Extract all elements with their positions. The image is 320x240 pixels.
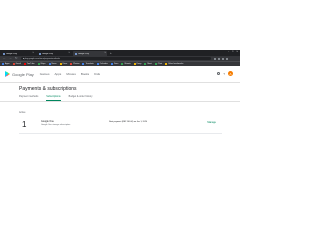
play-header: Google Play Games Apps Movies Books Kids… xyxy=(0,66,240,83)
close-tab-icon[interactable]: ✕ xyxy=(32,52,34,54)
bookmark-label: Meet xyxy=(147,63,152,65)
nav-games[interactable]: Games xyxy=(40,72,50,76)
address-bar[interactable]: play.google.com/store/paymentmethods xyxy=(20,57,211,60)
bookmark-item[interactable]: Other bookmarks xyxy=(165,63,183,65)
bookmark-item[interactable]: Maps xyxy=(37,63,46,65)
bookmark-favicon-icon xyxy=(12,63,15,65)
bookmark-item[interactable]: Meet xyxy=(144,63,152,65)
bookmark-favicon-icon xyxy=(154,63,157,65)
browser-chrome: Google Play ✕ Google Play ✕ Google Play … xyxy=(0,50,240,66)
bookmark-item[interactable]: YouTube xyxy=(23,63,35,65)
bookmark-favicon-icon xyxy=(144,63,147,65)
bookmark-label: Keep xyxy=(136,63,142,65)
bookmark-item[interactable]: Translate xyxy=(82,63,94,65)
row-divider xyxy=(19,133,222,134)
bookmark-item[interactable]: Calendar xyxy=(96,63,108,65)
header-actions: ? A xyxy=(217,71,233,76)
lock-icon xyxy=(22,58,24,59)
nav-movies[interactable]: Movies xyxy=(66,72,76,76)
google-play-logo-icon[interactable] xyxy=(5,71,10,77)
bookmark-item[interactable]: News xyxy=(48,63,57,65)
maximize-icon[interactable]: □ xyxy=(232,51,233,53)
bookmark-item[interactable]: Drive xyxy=(59,63,68,65)
tab-favicon-icon xyxy=(3,52,5,55)
bookmark-favicon-icon xyxy=(23,63,26,65)
section-label: Active xyxy=(19,111,26,114)
subscription-info: Next payment (INR 130.00) on Jan 1, 2024 xyxy=(109,121,148,123)
bookmark-favicon-icon xyxy=(165,63,168,65)
nav-apps[interactable]: Apps xyxy=(54,72,61,76)
bookmark-label: News xyxy=(51,63,57,65)
bookmark-item[interactable]: Docs xyxy=(110,63,119,65)
bookmark-favicon-icon xyxy=(133,63,136,65)
bookmark-favicon-icon xyxy=(70,63,73,65)
bookmark-favicon-icon xyxy=(59,63,62,65)
bookmark-label: Gmail xyxy=(15,63,21,65)
close-tab-icon[interactable]: ✕ xyxy=(104,52,106,54)
bookmark-label: Docs xyxy=(113,63,119,65)
close-tab-icon[interactable]: ✕ xyxy=(68,52,70,54)
bookmark-favicon-icon xyxy=(82,63,85,65)
nav-kids[interactable]: Kids xyxy=(94,72,100,76)
subscription-subtitle: Google One storage subscription xyxy=(41,123,71,126)
window-controls: – □ ✕ xyxy=(228,51,238,53)
screen: Google Play ✕ Google Play ✕ Google Play … xyxy=(0,0,240,240)
page-title: Payments & subscriptions xyxy=(19,86,77,92)
bookmark-favicon-icon xyxy=(37,63,40,65)
subscription-count: 1 xyxy=(22,120,27,129)
divider xyxy=(0,101,240,102)
bookmark-favicon-icon xyxy=(2,63,4,65)
nav-books[interactable]: Books xyxy=(81,72,89,76)
bookmark-item[interactable]: Apps xyxy=(2,63,10,65)
browser-tab-title: Google Play xyxy=(6,52,17,55)
profile-icon[interactable] xyxy=(221,57,224,60)
bookmark-label: Drive xyxy=(62,63,68,65)
tab-favicon-icon xyxy=(39,52,41,55)
search-icon[interactable] xyxy=(217,72,221,75)
bookmark-label: YouTube xyxy=(26,63,35,65)
top-margin xyxy=(0,0,240,50)
bookmark-favicon-icon xyxy=(48,63,51,65)
bookmark-label: Translate xyxy=(85,63,94,65)
tab-favicon-icon xyxy=(75,52,77,55)
url-text: play.google.com/store/paymentmethods xyxy=(24,57,60,60)
manage-button[interactable]: Manage xyxy=(207,121,216,124)
bookmark-star-icon[interactable] xyxy=(213,57,216,60)
bookmark-item[interactable]: Sheets xyxy=(121,63,131,65)
bookmark-label: Sheets xyxy=(124,63,131,65)
menu-icon[interactable] xyxy=(225,57,228,60)
bookmark-favicon-icon xyxy=(96,63,99,65)
extensions-icon[interactable] xyxy=(217,57,220,60)
bookmark-item[interactable]: Gmail xyxy=(12,63,21,65)
bookmark-favicon-icon xyxy=(110,63,113,65)
app-name[interactable]: Google Play xyxy=(12,72,34,77)
bookmark-label: Chat xyxy=(157,63,163,65)
bookmark-label: Calendar xyxy=(99,63,108,65)
help-icon[interactable]: ? xyxy=(223,72,225,76)
browser-tab-title: Google Play xyxy=(78,52,89,55)
browser-tab-title: Google Play xyxy=(42,52,53,55)
avatar[interactable]: A xyxy=(228,71,233,76)
bookmark-favicon-icon xyxy=(121,63,124,65)
bookmark-label: Photos xyxy=(73,63,80,65)
minimize-icon[interactable]: – xyxy=(228,51,229,53)
subscription-row[interactable]: 1 Google One Google One storage subscrip… xyxy=(19,119,222,134)
bookmark-label: Other bookmarks xyxy=(168,63,184,65)
bookmark-item[interactable]: Keep xyxy=(133,63,142,65)
bottom-margin xyxy=(0,191,240,240)
window-close-icon[interactable]: ✕ xyxy=(236,51,238,53)
toolbar-extensions xyxy=(213,57,228,60)
bookmark-item[interactable]: Photos xyxy=(70,63,79,65)
bookmark-label: Apps xyxy=(5,63,10,65)
play-nav: Games Apps Movies Books Kids xyxy=(40,72,100,76)
bookmark-item[interactable]: Chat xyxy=(154,63,163,65)
bookmark-label: Maps xyxy=(40,63,46,65)
